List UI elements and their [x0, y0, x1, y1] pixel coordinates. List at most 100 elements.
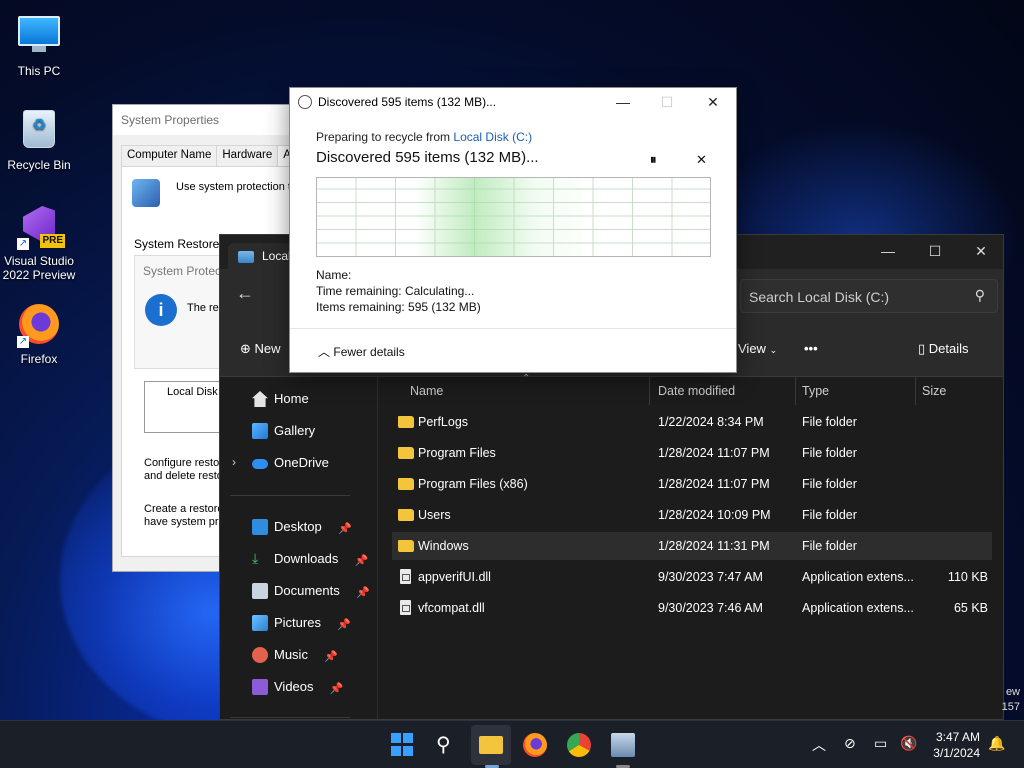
- items-value: 595 (132 MB): [408, 300, 481, 314]
- file-explorer-icon[interactable]: [479, 736, 503, 754]
- file-size: 110 KB: [947, 570, 988, 584]
- table-row[interactable]: PerfLogs 1/22/2024 8:34 PM File folder: [392, 408, 992, 436]
- desktop-icon-visual-studio[interactable]: PRE ↗ Visual Studio 2022 Preview: [1, 204, 77, 282]
- system-properties-icon[interactable]: [611, 733, 635, 757]
- view-label: View: [738, 341, 766, 356]
- tab-computer-name[interactable]: Computer Name: [121, 145, 218, 166]
- fewer-details-button[interactable]: ︿ Fewer details: [318, 343, 405, 360]
- table-row[interactable]: Users 1/28/2024 10:09 PM File folder: [392, 501, 992, 529]
- file-list: ⌃ Name Date modified Type Size PerfLogs …: [390, 373, 996, 719]
- nav-label: Home: [274, 391, 309, 406]
- pin-icon[interactable]: 📌: [338, 519, 352, 539]
- start-button[interactable]: [391, 733, 415, 757]
- table-row-selected[interactable]: Windows 1/28/2024 11:31 PM File folder: [392, 532, 992, 560]
- column-header-date[interactable]: Date modified: [652, 377, 796, 405]
- table-row[interactable]: appverifUI.dll 9/30/2023 7:47 AM Applica…: [392, 563, 992, 591]
- search-icon[interactable]: ⚲: [436, 733, 460, 757]
- nav-item-downloads[interactable]: ⤓ Downloads 📌: [252, 549, 368, 571]
- pin-icon[interactable]: 📌: [337, 615, 351, 635]
- info-icon: i: [145, 294, 177, 326]
- time-remaining: Time remaining: Calculating...: [316, 284, 474, 298]
- table-row[interactable]: Program Files (x86) 1/28/2024 11:07 PM F…: [392, 470, 992, 498]
- tab-hardware[interactable]: Hardware: [216, 145, 279, 166]
- back-arrow-icon[interactable]: ←: [236, 283, 254, 304]
- chrome-icon[interactable]: [567, 733, 591, 757]
- search-input[interactable]: Search Local Disk (C:) ⚲: [740, 279, 998, 313]
- desktop-icon-this-pc[interactable]: This PC: [1, 10, 77, 78]
- details-pane-icon: ▯: [918, 341, 926, 356]
- desktop-icon-label: Visual Studio 2022 Preview: [2, 254, 76, 282]
- nav-label: Gallery: [274, 423, 316, 438]
- file-name: Windows: [418, 539, 469, 553]
- firefox-icon: ↗: [17, 304, 61, 348]
- pin-icon[interactable]: 📌: [324, 647, 338, 667]
- progress-heading: Discovered 595 items (132 MB)...: [316, 149, 539, 166]
- volume-muted-icon[interactable]: 🔇: [900, 735, 917, 752]
- file-date: 9/30/2023 7:47 AM: [658, 570, 763, 584]
- file-date: 1/28/2024 10:09 PM: [658, 508, 771, 522]
- table-row[interactable]: vfcompat.dll 9/30/2023 7:46 AM Applicati…: [392, 594, 992, 622]
- close-button[interactable]: ✕: [690, 88, 736, 118]
- new-button[interactable]: ⊕ New: [240, 341, 281, 357]
- details-label: Details: [928, 341, 969, 356]
- tab-label: Local: [262, 249, 291, 263]
- nav-item-videos[interactable]: Videos 📌: [252, 677, 344, 699]
- cancel-button[interactable]: ✕: [696, 152, 707, 168]
- nav-label: Documents: [274, 583, 340, 598]
- display-icon[interactable]: ▭: [874, 735, 887, 752]
- search-placeholder: Search Local Disk (C:): [749, 289, 890, 305]
- pin-icon[interactable]: 📌: [355, 551, 369, 571]
- source-link[interactable]: Local Disk (C:): [453, 130, 532, 144]
- notification-bell-icon[interactable]: 🔔: [988, 735, 1005, 752]
- column-header-size[interactable]: Size: [916, 377, 996, 405]
- recycle-progress-dialog[interactable]: Discovered 595 items (132 MB)... — ☐ ✕ P…: [289, 87, 737, 373]
- videos-icon: [252, 679, 268, 695]
- table-row[interactable]: Program Files 1/28/2024 11:07 PM File fo…: [392, 439, 992, 467]
- minimize-button[interactable]: —: [600, 88, 646, 118]
- network-icon[interactable]: ⊘: [844, 735, 856, 752]
- file-name: PerfLogs: [418, 415, 469, 429]
- nav-item-music[interactable]: Music 📌: [252, 645, 338, 667]
- dialog-title: Discovered 595 items (132 MB)...: [318, 95, 497, 109]
- column-header-type[interactable]: Type: [796, 377, 916, 405]
- time-value: Calculating...: [404, 284, 475, 298]
- desktop-icon-firefox[interactable]: ↗ Firefox: [1, 302, 77, 366]
- file-name: vfcompat.dll: [418, 601, 485, 615]
- list-item[interactable]: Local Disk: [167, 386, 218, 398]
- column-header-name[interactable]: Name: [404, 377, 650, 405]
- shortcut-arrow-icon: ↗: [17, 336, 29, 348]
- file-type: Application extens...: [802, 601, 914, 615]
- desktop-icon-recycle-bin[interactable]: Recycle Bin: [1, 106, 77, 172]
- items-remaining: Items remaining: 595 (132 MB): [316, 300, 481, 314]
- nav-item-desktop[interactable]: Desktop 📌: [252, 517, 352, 539]
- time-label: Time remaining:: [316, 284, 402, 298]
- close-button[interactable]: ✕: [958, 235, 1004, 267]
- nav-label: Downloads: [274, 551, 339, 566]
- desktop-watermark-text: ew: [1005, 686, 1020, 698]
- view-button[interactable]: View ⌄: [738, 341, 777, 356]
- nav-item-onedrive[interactable]: OneDrive: [252, 453, 329, 475]
- file-type: File folder: [802, 508, 857, 522]
- pause-button[interactable]: ⏸: [650, 152, 657, 168]
- pin-icon[interactable]: 📌: [356, 583, 370, 603]
- firefox-icon[interactable]: [523, 733, 547, 757]
- chevron-down-icon: ⌄: [769, 345, 778, 355]
- configure-text: Configure restor: [144, 457, 223, 469]
- nav-item-documents[interactable]: Documents 📌: [252, 581, 370, 603]
- nav-item-home[interactable]: Home: [252, 389, 309, 411]
- nav-item-pictures[interactable]: Pictures 📌: [252, 613, 351, 635]
- nav-item-gallery[interactable]: Gallery: [252, 421, 315, 443]
- maximize-button[interactable]: ☐: [912, 235, 958, 267]
- chevron-right-icon[interactable]: ›: [232, 455, 236, 469]
- clock[interactable]: 3:47 AM 3/1/2024: [933, 729, 980, 761]
- visual-studio-icon: PRE ↗: [17, 206, 65, 250]
- details-pane-button[interactable]: ▯ Details: [918, 341, 969, 357]
- folder-icon: [398, 416, 414, 428]
- chevron-up-icon[interactable]: ︿: [812, 735, 826, 755]
- nav-label: OneDrive: [274, 455, 329, 470]
- minimize-button[interactable]: —: [865, 235, 911, 267]
- pin-icon[interactable]: 📌: [330, 679, 344, 699]
- more-options-button[interactable]: •••: [804, 341, 818, 356]
- clock-icon: [298, 95, 312, 109]
- nav-label: Desktop: [274, 519, 322, 534]
